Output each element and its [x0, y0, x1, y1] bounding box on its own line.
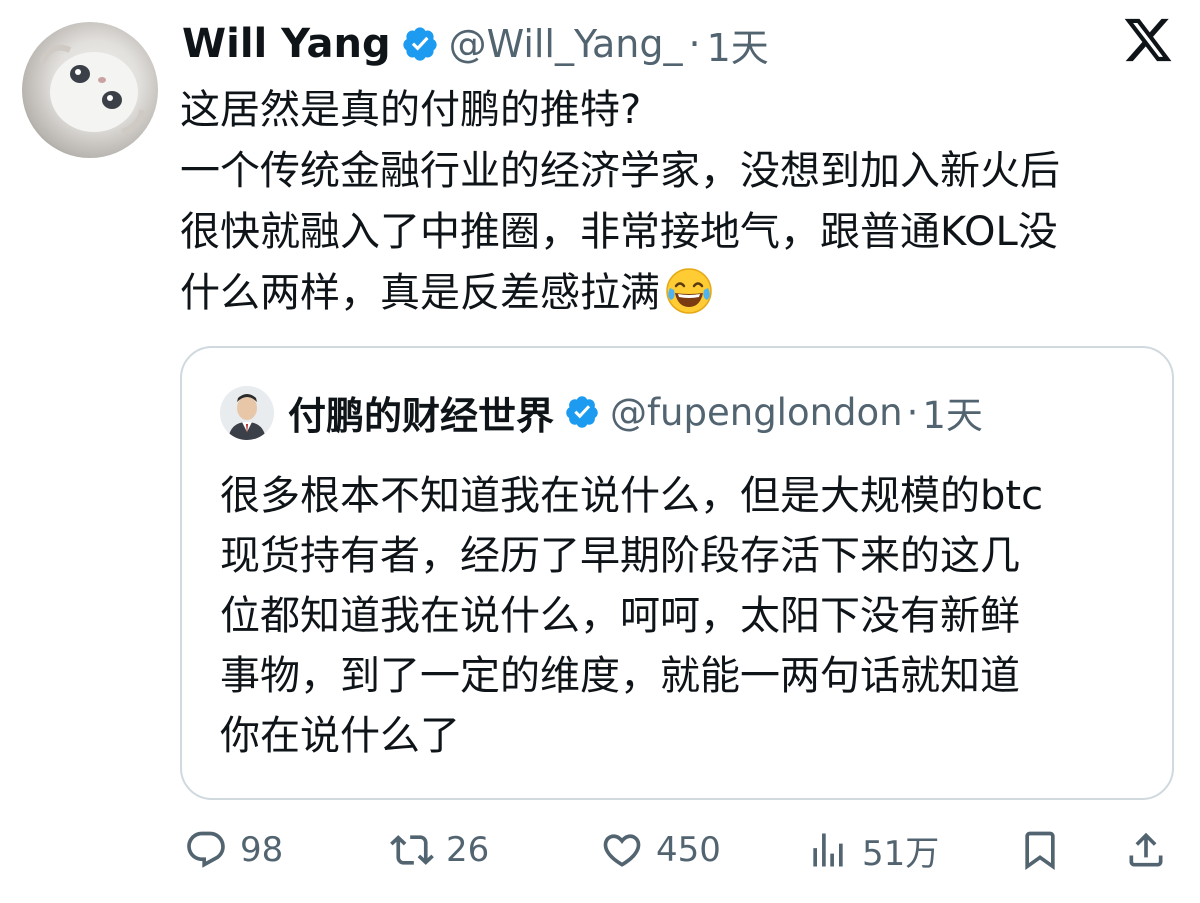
verified-badge-icon: [564, 394, 600, 430]
quoted-text-line: 位都知道我在说什么，呵呵，太阳下没有新鲜: [220, 593, 1020, 639]
tweet-card: Will Yang @Will_Yang_ · 1天 这居然是真的付鹏的推特? …: [0, 0, 1200, 903]
retweet-count: 26: [446, 830, 490, 870]
share-icon: [1124, 828, 1168, 872]
quoted-tweet-text: 很多根本不知道我在说什么，但是大规模的btc 现货持有者，经历了早期阶段存活下来…: [220, 466, 1150, 766]
quoted-author-avatar[interactable]: [220, 386, 274, 440]
quoted-header-separator: ·: [906, 390, 919, 434]
like-count: 450: [656, 830, 721, 870]
quoted-tweet[interactable]: 付鹏的财经世界 @fupenglondon · 1天 很多根本不知道我在说什么，…: [180, 346, 1174, 800]
action-bar: 98 26 450 51万: [0, 820, 1200, 880]
reply-icon: [184, 828, 228, 872]
retweet-button[interactable]: 26: [390, 820, 489, 880]
views-icon: [806, 828, 850, 872]
quoted-text-line: 事物，到了一定的维度，就能一两句话就知道: [220, 653, 1020, 699]
author-handle[interactable]: @Will_Yang_: [449, 22, 683, 66]
tweet-text: 这居然是真的付鹏的推特? 一个传统金融行业的经济学家，没想到加入新火后 很快就融…: [180, 80, 1180, 324]
header-separator: ·: [688, 22, 701, 66]
quoted-tweet-header: 付鹏的财经世界 @fupenglondon · 1天: [288, 382, 983, 442]
quoted-text-line: 现货持有者，经历了早期阶段存活下来的这几: [220, 533, 1020, 579]
verified-badge-icon: [401, 25, 439, 63]
like-button[interactable]: 450: [600, 820, 721, 880]
x-logo-icon[interactable]: [1122, 14, 1174, 66]
tweet-text-line-last: 什么两样，真是反差感拉满: [180, 263, 1180, 324]
quoted-author-name[interactable]: 付鹏的财经世界: [288, 385, 554, 440]
author-name[interactable]: Will Yang: [182, 21, 391, 67]
quoted-text-line: 你在说什么了: [220, 713, 460, 759]
bookmark-icon: [1018, 828, 1062, 872]
bookmark-button[interactable]: [1018, 820, 1062, 880]
quoted-text-line: 很多根本不知道我在说什么，但是大规模的btc: [220, 473, 1044, 519]
tweet-text-line: 什么两样，真是反差感拉满: [180, 270, 660, 316]
tweet-text-line: 很快就融入了中推圈，非常接地气，跟普通KOL没: [180, 209, 1058, 255]
laughing-tears-emoji-icon: [664, 266, 714, 316]
reply-button[interactable]: 98: [184, 820, 283, 880]
retweet-icon: [390, 828, 434, 872]
quoted-tweet-timestamp[interactable]: 1天: [922, 385, 983, 439]
views-button[interactable]: 51万: [806, 820, 939, 880]
tweet-text-line: 一个传统金融行业的经济学家，没想到加入新火后: [180, 148, 1060, 194]
tweet-header: Will Yang @Will_Yang_ · 1天: [182, 12, 769, 76]
author-avatar[interactable]: [22, 22, 158, 158]
tweet-text-line: 这居然是真的付鹏的推特?: [180, 87, 642, 133]
tweet-timestamp[interactable]: 1天: [707, 17, 769, 72]
share-button[interactable]: [1124, 820, 1168, 880]
reply-count: 98: [240, 830, 284, 870]
like-icon: [600, 828, 644, 872]
quoted-author-handle[interactable]: @fupenglondon: [610, 391, 903, 434]
views-count: 51万: [862, 833, 940, 874]
